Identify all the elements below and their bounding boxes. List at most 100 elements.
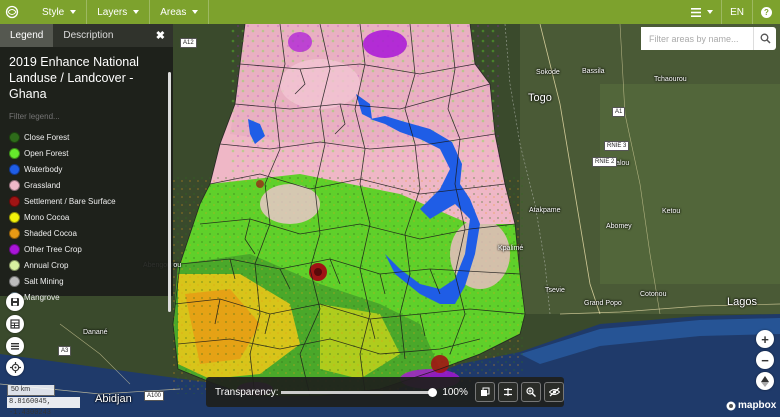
legend-item: Waterbody — [9, 161, 173, 177]
chevron-down-icon — [133, 10, 140, 14]
style-menu-label: Style — [42, 6, 65, 18]
style-menu[interactable]: Style — [32, 0, 88, 24]
map-label-city: Abidjan — [95, 393, 132, 405]
help-button[interactable]: ? — [752, 0, 780, 24]
legend-swatch — [9, 163, 20, 175]
legend-label: Grassland — [24, 180, 61, 190]
mapbox-logo-icon — [726, 401, 736, 410]
road-shield: A12 — [180, 38, 197, 48]
map-label-city: Abomey — [606, 223, 632, 230]
search-icon — [760, 33, 771, 44]
locate-button[interactable] — [6, 358, 24, 376]
legend-item: Other Tree Crop — [9, 241, 173, 257]
areas-menu[interactable]: Areas — [150, 0, 210, 24]
layers-menu[interactable]: Layers — [87, 0, 151, 24]
help-icon: ? — [761, 6, 772, 18]
legend-item: Open Forest — [9, 145, 173, 161]
legend-label: Mangrove — [24, 292, 60, 302]
sliders-icon — [504, 388, 513, 396]
minus-icon: − — [761, 352, 769, 368]
map-label-city: Lagos — [727, 296, 757, 308]
zoom-in-icon — [526, 387, 537, 397]
compass-icon — [761, 375, 769, 387]
save-icon — [11, 298, 19, 306]
copy-layers-icon — [481, 387, 490, 396]
road-shield: A3 — [58, 346, 72, 356]
transparency-slider[interactable] — [280, 387, 438, 397]
panel-tabs: Legend Description — [0, 24, 173, 47]
legend-list: Close Forest Open Forest Waterbody Grasslan… — [0, 129, 173, 305]
chevron-down-icon — [192, 10, 199, 14]
map-label-city: Atakpame — [529, 207, 561, 214]
legend-swatch — [9, 179, 20, 191]
legend-item: Mangrove — [9, 289, 173, 305]
table-button[interactable] — [6, 315, 24, 333]
attribution-text: mapbox — [738, 400, 777, 411]
tab-legend[interactable]: Legend — [0, 24, 54, 47]
legend-item: Settlement / Bare Surface — [9, 193, 173, 209]
filter-button[interactable] — [498, 382, 519, 402]
legend-swatch — [9, 275, 20, 287]
area-search — [641, 27, 776, 50]
search-input[interactable] — [641, 27, 753, 50]
legend-item: Close Forest — [9, 129, 173, 145]
hamburger-icon — [691, 7, 702, 17]
map-label-city: Kpalimé — [498, 245, 524, 252]
map-label-city: Danané — [83, 329, 108, 336]
top-bar: Style Layers Areas EN ? — [0, 0, 780, 24]
zoom-in-button[interactable]: + — [756, 330, 774, 348]
map-label-city: Sokode — [536, 69, 560, 76]
legend-label: Other Tree Crop — [24, 244, 82, 254]
map-label-city: Bassila — [582, 68, 605, 75]
legend-swatch — [9, 227, 20, 239]
hamburger-menu[interactable] — [683, 0, 721, 24]
road-shield: A1 — [612, 107, 626, 117]
legend-item: Shaded Cocoa — [9, 225, 173, 241]
zoom-to-layer-button[interactable] — [521, 382, 542, 402]
legend-filter-input[interactable] — [9, 110, 159, 122]
list-icon — [11, 343, 19, 350]
legend-label: Settlement / Bare Surface — [24, 196, 116, 206]
map-label-city: Tsevie — [545, 287, 565, 294]
transparency-bar: Transparency: 100% — [206, 377, 564, 407]
tab-description[interactable]: Description — [53, 24, 123, 47]
app-logo-icon[interactable] — [0, 0, 24, 24]
panel-scrollbar[interactable] — [168, 72, 171, 312]
chevron-down-icon — [70, 10, 77, 14]
legend-label: Salt Mining — [24, 276, 64, 286]
language-selector[interactable]: EN — [721, 0, 752, 24]
mapbox-attribution[interactable]: mapbox — [726, 400, 776, 411]
save-button[interactable] — [6, 293, 24, 311]
map-label-city: Ketou — [662, 208, 681, 215]
legend-label: Open Forest — [24, 148, 69, 158]
map-label-city: Cotonou — [640, 291, 667, 298]
legend-label: Annual Crop — [24, 260, 69, 270]
legend-swatch — [9, 211, 20, 223]
legend-panel: Legend Description ✖ 2019 Enhance Nation… — [0, 24, 173, 312]
compass-button[interactable] — [756, 372, 774, 390]
coordinates-readout: 8.8160045, -1.4300243 — [7, 397, 80, 417]
map-label-city: Grand Popo — [584, 300, 622, 307]
transparency-label: Transparency: — [215, 386, 279, 398]
legend-label: Shaded Cocoa — [24, 228, 77, 238]
hide-layer-button[interactable] — [544, 382, 564, 402]
road-shield: RNIE 3 — [604, 141, 630, 151]
road-shield: RNIE 2 — [592, 157, 618, 167]
table-icon — [10, 319, 20, 329]
transparency-slider-handle[interactable] — [428, 387, 438, 397]
legend-swatch — [9, 243, 20, 255]
legend-label: Waterbody — [24, 164, 63, 174]
scale-bar: 50 km — [7, 385, 55, 396]
list-button[interactable] — [6, 337, 24, 355]
road-shield: A100 — [144, 391, 165, 401]
legend-item: Grassland — [9, 177, 173, 193]
layers-toggle-button[interactable] — [475, 382, 496, 402]
search-button[interactable] — [753, 27, 776, 50]
zoom-out-button[interactable]: − — [756, 351, 774, 369]
eye-off-icon — [548, 387, 560, 397]
close-icon[interactable]: ✖ — [156, 29, 165, 42]
crosshair-icon — [9, 361, 21, 373]
transparency-value: 100% — [442, 386, 468, 398]
legend-item: Salt Mining — [9, 273, 173, 289]
legend-swatch — [9, 195, 20, 207]
